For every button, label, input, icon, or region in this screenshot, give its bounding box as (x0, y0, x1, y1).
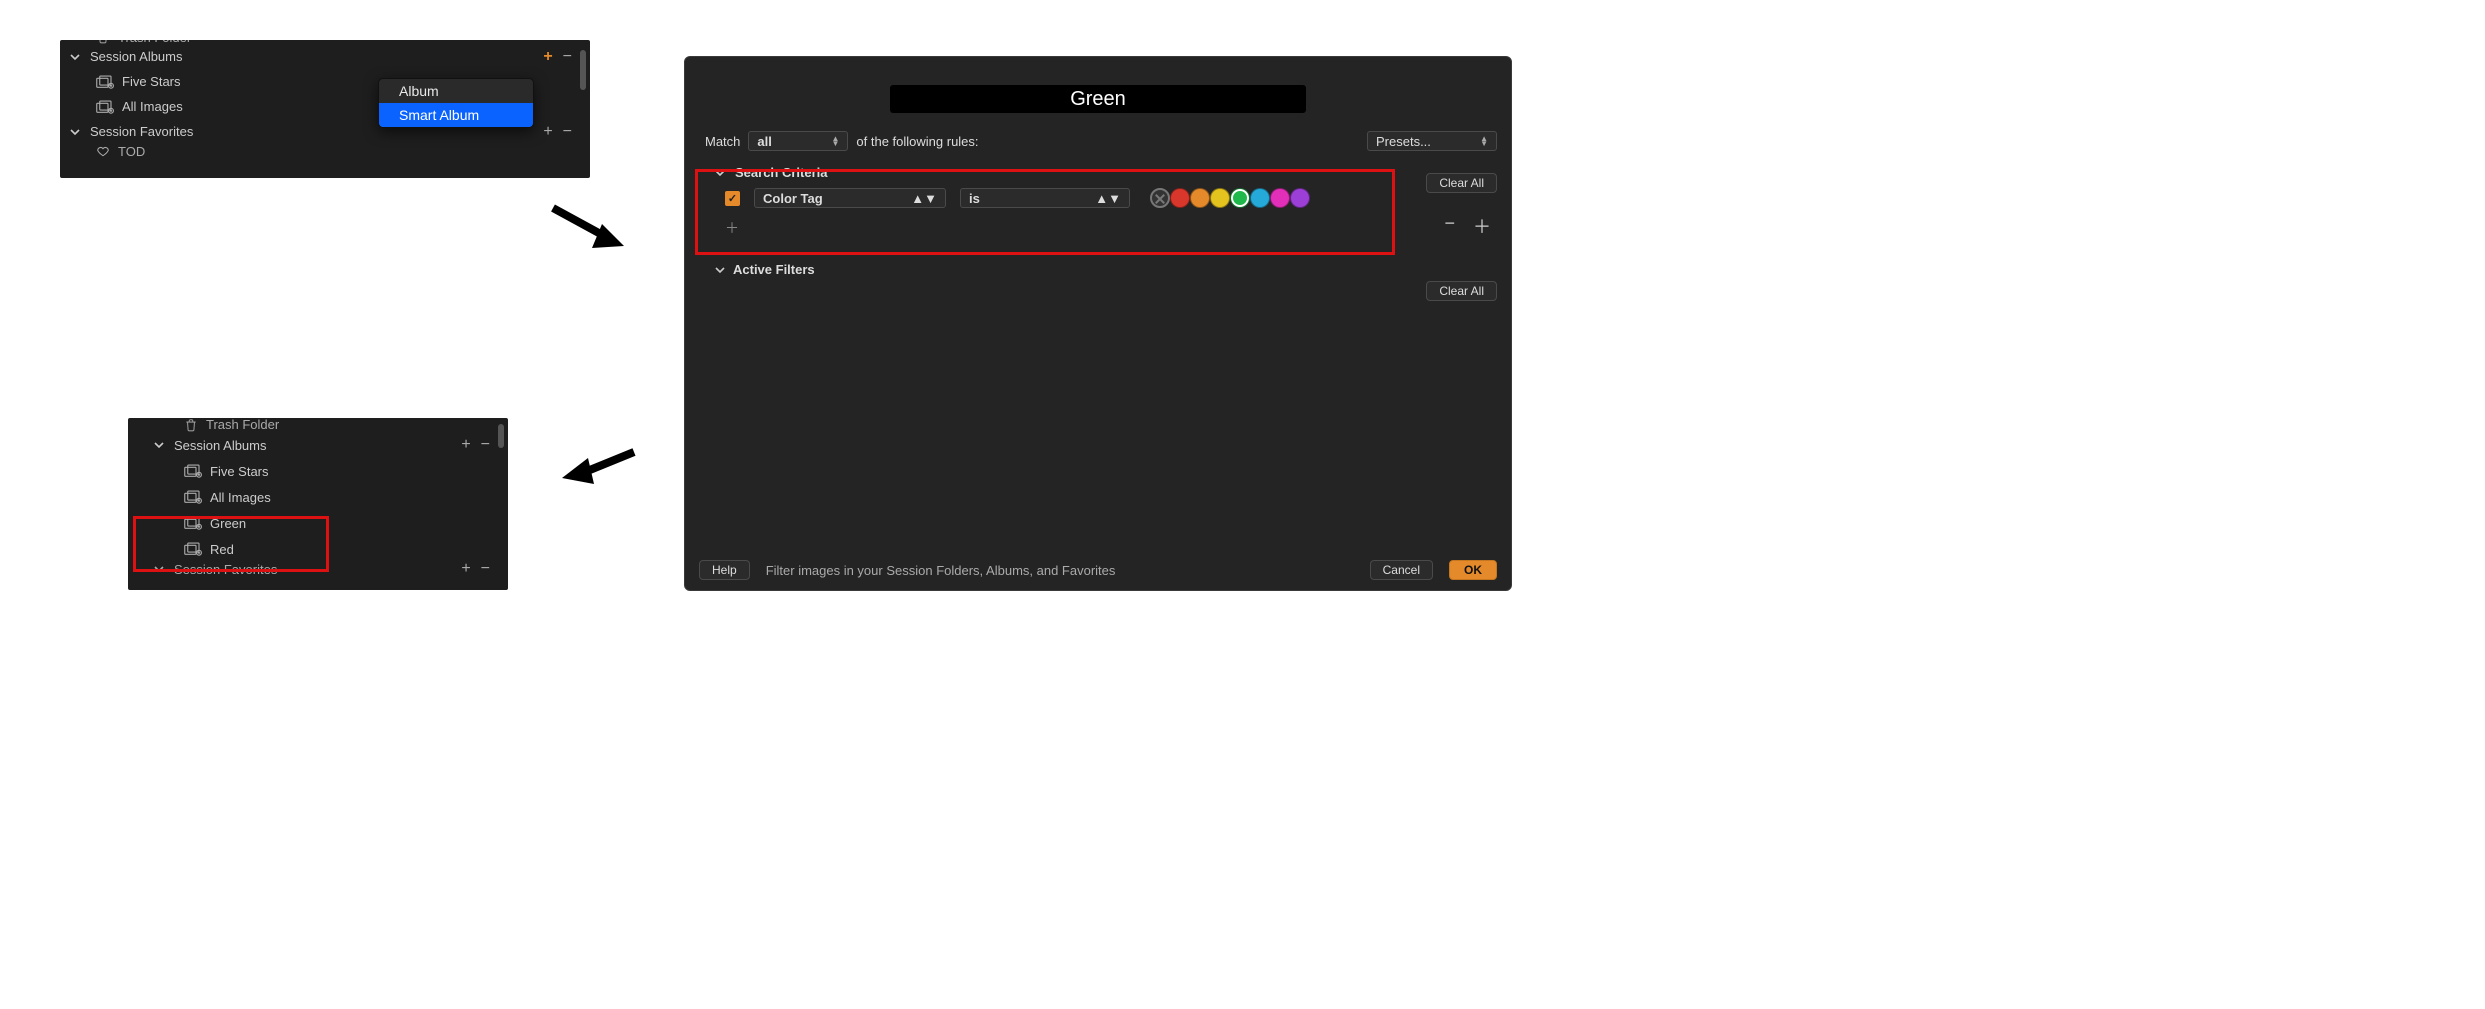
add-album-button[interactable]: + (543, 48, 552, 66)
scrollbar-thumb[interactable] (498, 424, 504, 448)
add-rule-button[interactable]: ＋ (1473, 213, 1491, 239)
arrow-icon (558, 444, 638, 488)
color-swatch-magenta[interactable] (1270, 188, 1290, 208)
color-swatch-purple[interactable] (1290, 188, 1310, 208)
trash-icon (184, 418, 198, 432)
color-swatch-orange[interactable] (1190, 188, 1210, 208)
remove-album-button[interactable]: − (481, 436, 490, 454)
sidebar-group-label: Session Favorites (174, 562, 277, 577)
color-swatch-red[interactable] (1170, 188, 1190, 208)
add-criteria-button[interactable]: ＋ (725, 220, 739, 236)
stepper-icon: ▲▼ (911, 191, 937, 206)
heart-icon (96, 144, 110, 158)
section-label: Search Criteria (735, 165, 828, 180)
smart-album-icon (184, 464, 202, 478)
color-swatch-green[interactable] (1230, 188, 1250, 208)
rule-operator-value: is (969, 191, 980, 206)
dialog-hint-text: Filter images in your Session Folders, A… (766, 563, 1116, 578)
rule-field-value: Color Tag (763, 191, 823, 206)
ok-button[interactable]: OK (1449, 560, 1497, 580)
sidebar-item-label: All Images (210, 490, 271, 505)
chevron-down-icon (70, 127, 84, 137)
trash-icon (96, 40, 110, 44)
presets-label: Presets... (1376, 134, 1431, 149)
chevron-down-icon (715, 265, 725, 275)
sidebar-item-tod-partial: TOD (60, 144, 590, 158)
sidebar-item-five-stars[interactable]: Five Stars (128, 458, 508, 484)
criteria-rule-row: ✓ Color Tag ▲▼ is ▲▼ (685, 184, 1511, 212)
section-search-criteria[interactable]: Search Criteria (685, 159, 1511, 184)
add-favorite-button[interactable]: + (461, 560, 470, 578)
sidebar-item-all-images[interactable]: All Images (128, 484, 508, 510)
dialog-footer: Help Filter images in your Session Folde… (685, 550, 1511, 590)
smart-album-dialog: Green Match all ▲▼ of the following rule… (684, 56, 1512, 591)
sidebar-group-session-albums[interactable]: Session Albums + − (60, 44, 590, 69)
add-album-button[interactable]: + (461, 436, 470, 454)
arrow-icon (548, 200, 628, 256)
add-criteria-row: ＋ (685, 212, 1511, 238)
sidebar-item-label: Red (210, 542, 234, 557)
sidebar-label: Trash Folder (118, 40, 191, 44)
sidebar-item-label: TOD (118, 144, 145, 158)
sidebar-panel-2: Trash Folder Session Albums + − Five Sta… (128, 418, 508, 590)
sidebar-item-label: Five Stars (210, 464, 269, 479)
chevron-down-icon (154, 440, 168, 450)
color-swatch-cyan[interactable] (1250, 188, 1270, 208)
stepper-icon: ▲▼ (831, 136, 839, 146)
match-mode-value: all (757, 134, 771, 149)
sidebar-item-label: All Images (122, 99, 183, 114)
clear-all-filters-button[interactable]: Clear All (1426, 281, 1497, 301)
remove-favorite-button[interactable]: − (481, 560, 490, 578)
sidebar-item-green[interactable]: Green (128, 510, 508, 536)
section-label: Active Filters (733, 262, 815, 277)
match-label-prefix: Match (705, 134, 740, 149)
match-mode-select[interactable]: all ▲▼ (748, 131, 848, 151)
rule-enabled-checkbox[interactable]: ✓ (725, 191, 740, 206)
match-label-suffix: of the following rules: (856, 134, 978, 149)
sidebar-group-session-albums[interactable]: Session Albums + − (128, 432, 508, 458)
menu-item-smart-album[interactable]: Smart Album (379, 103, 533, 127)
sidebar-group-session-favorites-partial: Session Favorites + − (128, 562, 508, 576)
remove-favorite-button[interactable]: − (563, 123, 572, 141)
chevron-down-icon (70, 52, 84, 62)
presets-select[interactable]: Presets... ▲▼ (1367, 131, 1497, 151)
stepper-icon: ▲▼ (1095, 191, 1121, 206)
section-active-filters[interactable]: Active Filters (715, 262, 1511, 277)
help-button[interactable]: Help (699, 560, 750, 580)
chevron-down-icon (154, 564, 168, 574)
rule-field-select[interactable]: Color Tag ▲▼ (754, 188, 946, 208)
sidebar-label: Trash Folder (206, 418, 279, 432)
cancel-button[interactable]: Cancel (1370, 560, 1433, 580)
sidebar-item-trash-partial: Trash Folder (128, 418, 508, 432)
smart-album-icon (184, 516, 202, 530)
sidebar-item-red[interactable]: Red (128, 536, 508, 562)
dialog-title-input[interactable]: Green (890, 85, 1306, 113)
clear-all-criteria-button[interactable]: Clear All (1426, 173, 1497, 193)
smart-album-icon (184, 490, 202, 504)
sidebar-item-label: Five Stars (122, 74, 181, 89)
scrollbar-thumb[interactable] (580, 50, 586, 90)
menu-item-album[interactable]: Album (379, 79, 533, 103)
stepper-icon: ▲▼ (1480, 136, 1488, 146)
remove-rule-button[interactable]: − (1444, 213, 1455, 239)
rule-operator-select[interactable]: is ▲▼ (960, 188, 1130, 208)
sidebar-group-label: Session Favorites (90, 124, 193, 139)
add-favorite-button[interactable]: + (543, 123, 552, 141)
color-swatch-none[interactable] (1150, 188, 1170, 208)
color-swatch-yellow[interactable] (1210, 188, 1230, 208)
remove-album-button[interactable]: − (563, 48, 572, 66)
sidebar-group-label: Session Albums (90, 49, 183, 64)
color-tag-swatches (1150, 188, 1310, 208)
smart-album-icon (96, 75, 114, 89)
smart-album-icon (96, 100, 114, 114)
sidebar-group-label: Session Albums (174, 438, 267, 453)
context-menu: Album Smart Album (378, 78, 534, 128)
chevron-down-icon (715, 168, 727, 178)
smart-album-icon (184, 542, 202, 556)
sidebar-item-label: Green (210, 516, 246, 531)
